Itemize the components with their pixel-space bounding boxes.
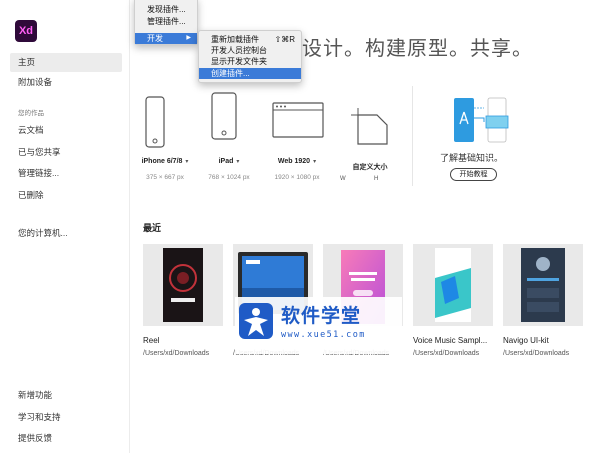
recent-file-thumbnail[interactable]: [503, 244, 583, 326]
sidebar-item-whats-new[interactable]: 新增功能: [10, 386, 122, 405]
template-dims: 768 × 1024 px: [208, 174, 250, 181]
sidebar-item-cloud-docs[interactable]: 云文档: [10, 121, 122, 140]
recent-file-path: /Users/xd/Downloads: [143, 350, 210, 357]
sidebar-item-devices[interactable]: 附加设备: [10, 73, 122, 92]
tutorial-illustration: [454, 97, 509, 143]
recent-file-thumbnail[interactable]: [143, 244, 223, 326]
recent-file-name: Voice Music Sampl...: [413, 336, 488, 345]
voice-music-thumbnail-art: [435, 248, 471, 322]
recent-file-name: Navigo UI-kit: [503, 336, 549, 345]
watermark-url: www.xue51.com: [281, 330, 366, 340]
menu-item-developer-console[interactable]: 开发人员控制台: [199, 45, 301, 56]
template-dims: 1920 × 1080 px: [274, 174, 320, 181]
template-web[interactable]: Web 1920 ▾ 1920 × 1080 px: [262, 86, 332, 186]
chevron-down-icon[interactable]: ▾: [185, 159, 188, 165]
recent-file-path: /Users/xd/Downloads: [413, 350, 480, 357]
sidebar-item-deleted[interactable]: 已删除: [10, 186, 122, 205]
navigo-thumbnail-art: [521, 248, 565, 322]
template-presets: iPhone 6/7/8 ▾ 375 × 667 px iPad ▾ 768 × 1…: [130, 86, 413, 186]
custom-width-label[interactable]: W: [340, 176, 346, 182]
recent-file-thumbnail[interactable]: [413, 244, 493, 326]
your-work-heading: 您的作品: [18, 110, 44, 117]
watermark-name: 软件学堂: [281, 305, 362, 327]
develop-submenu: 重新加载插件 ⇧⌘R 开发人员控制台 显示开发文件夹 创建插件...: [198, 30, 302, 83]
menu-item-create-plugin[interactable]: 创建插件...: [199, 68, 301, 79]
sidebar: Xd 主页 附加设备 您的作品 云文档 已与您共享 管理链接... 已删除 您的…: [0, 0, 130, 453]
menu-item-develop[interactable]: 开发 ▶: [135, 33, 197, 44]
sidebar-item-feedback[interactable]: 提供反馈: [10, 429, 122, 448]
template-label: iPhone 6/7/8 ▾: [141, 158, 189, 165]
chevron-down-icon[interactable]: ▾: [236, 159, 239, 165]
sidebar-item-learn-support[interactable]: 学习和支持: [10, 408, 122, 427]
learn-caption: 了解基础知识。: [440, 153, 504, 163]
hero-title: 设计。构建原型。共享。: [302, 36, 533, 60]
recent-file-name: Reel: [143, 336, 160, 345]
recent-file-path: /Users/xd/Downloads: [503, 350, 570, 357]
template-iphone[interactable]: iPhone 6/7/8 ▾ 375 × 667 px: [130, 86, 200, 186]
recent-heading: 最近: [143, 223, 162, 233]
start-tutorial-button[interactable]: 开始教程: [450, 168, 497, 181]
menu-item-show-dev-folder[interactable]: 显示开发文件夹: [199, 56, 301, 67]
custom-height-label[interactable]: H: [374, 176, 378, 182]
xd-logo: Xd: [15, 20, 37, 42]
menu-item-reload-plugins[interactable]: 重新加载插件 ⇧⌘R: [199, 34, 301, 45]
sidebar-item-home[interactable]: 主页: [10, 53, 122, 72]
template-label: Web 1920 ▾: [277, 158, 317, 165]
phone-icon: [145, 96, 165, 148]
template-label: 自定义大小: [352, 164, 388, 171]
sidebar-item-your-computer[interactable]: 您的计算机...: [10, 224, 122, 243]
template-dims: 375 × 667 px: [146, 174, 184, 181]
submenu-arrow-icon: ▶: [186, 35, 191, 41]
custom-size-icon: [351, 108, 388, 145]
learn-basics-card: 了解基础知识。 开始教程: [420, 90, 540, 188]
template-custom[interactable]: 自定义大小: [335, 86, 405, 186]
sidebar-item-manage-links[interactable]: 管理链接...: [10, 164, 122, 183]
sidebar-item-shared-with-you[interactable]: 已与您共享: [10, 143, 122, 162]
menu-item-manage-plugins[interactable]: 管理插件...: [135, 16, 197, 27]
menu-shortcut: ⇧⌘R: [274, 35, 295, 44]
browser-window-icon: [272, 102, 324, 138]
menu-item-discover-plugins[interactable]: 发现插件...: [135, 4, 197, 15]
reel-thumbnail-art: [163, 248, 203, 322]
template-label: iPad ▾: [218, 158, 240, 165]
tablet-icon: [211, 92, 237, 140]
chevron-down-icon[interactable]: ▾: [313, 159, 316, 165]
template-ipad[interactable]: iPad ▾ 768 × 1024 px: [194, 86, 264, 186]
xue51-logo-icon: [239, 303, 273, 339]
watermark: 软件学堂 www.xue51.com: [235, 297, 402, 354]
plugins-menu: 发现插件... 管理插件... 开发 ▶: [134, 0, 198, 45]
